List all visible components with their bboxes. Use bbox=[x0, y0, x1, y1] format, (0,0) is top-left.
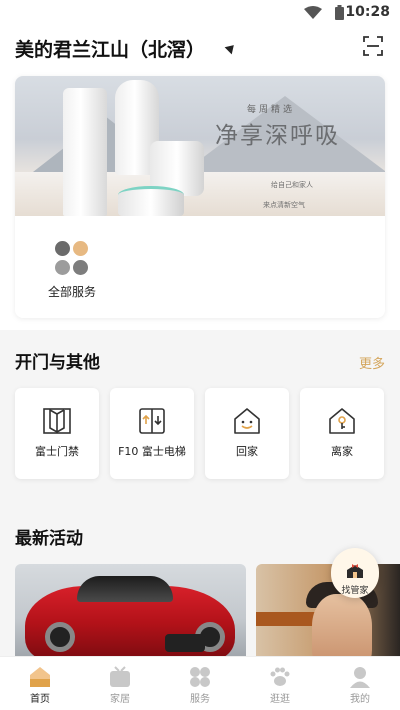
paw-icon bbox=[270, 667, 290, 686]
banner-line-1: 给自己和家人 bbox=[271, 181, 313, 189]
home-smile-icon bbox=[234, 408, 260, 434]
status-time: 10:28 bbox=[345, 4, 390, 20]
section-title-access: 开门与其他 bbox=[15, 353, 100, 373]
tile-door-access[interactable]: 富士门禁 bbox=[15, 388, 99, 479]
home-icon bbox=[30, 667, 50, 687]
tile-label: 回家 bbox=[236, 445, 258, 458]
car-grill bbox=[165, 634, 205, 652]
tab-mine[interactable]: 我的 bbox=[320, 657, 400, 710]
all-services-label: 全部服务 bbox=[47, 285, 96, 299]
community-selector[interactable]: 美的君兰江山（北滘） bbox=[15, 35, 205, 62]
tab-label: 家居 bbox=[110, 694, 130, 705]
feature-card: 每周精选 净享深呼吸 给自己和家人 来点清新空气 全部服务 bbox=[15, 76, 385, 318]
tile-elevator[interactable]: F10 富士电梯 bbox=[110, 388, 194, 479]
tab-label: 我的 bbox=[350, 694, 370, 705]
section-title-activity: 最新活动 bbox=[15, 529, 83, 549]
humidifier-image bbox=[118, 186, 184, 216]
tab-services[interactable]: 服务 bbox=[160, 657, 240, 710]
grid-icon bbox=[190, 667, 210, 687]
user-icon bbox=[350, 667, 370, 688]
top-header: 美的君兰江山（北滘） bbox=[0, 26, 400, 70]
tv-icon bbox=[110, 666, 130, 687]
home-leave-icon bbox=[329, 408, 355, 434]
tab-label: 逛逛 bbox=[270, 694, 290, 705]
car-window bbox=[77, 576, 173, 602]
status-bar: 10:28 bbox=[0, 0, 400, 26]
tab-home[interactable]: 首页 bbox=[0, 657, 80, 710]
more-link[interactable]: 更多 bbox=[359, 353, 385, 372]
scan-icon[interactable] bbox=[363, 36, 383, 56]
dropdown-caret-icon[interactable] bbox=[224, 41, 238, 55]
tab-label: 首页 bbox=[30, 694, 50, 705]
activity-card[interactable] bbox=[15, 564, 246, 664]
find-butler-label: 找管家 bbox=[341, 586, 369, 596]
butler-icon bbox=[347, 564, 363, 578]
tab-browse[interactable]: 逛逛 bbox=[240, 657, 320, 710]
banner-tag: 每周精选 bbox=[247, 105, 296, 115]
battery-icon bbox=[335, 5, 344, 20]
banner-slogan: 净享深呼吸 bbox=[215, 123, 340, 149]
four-dots-icon bbox=[55, 241, 89, 275]
tab-label: 服务 bbox=[190, 694, 210, 705]
tile-go-home[interactable]: 回家 bbox=[205, 388, 289, 479]
find-butler-button[interactable]: 找管家 bbox=[331, 548, 379, 598]
tile-label: 富士门禁 bbox=[35, 445, 79, 458]
portrait-face bbox=[312, 594, 372, 664]
tab-furnishing[interactable]: 家居 bbox=[80, 657, 160, 710]
tile-label: F10 富士电梯 bbox=[118, 445, 186, 458]
car-wheel bbox=[45, 622, 75, 652]
tile-leave-home[interactable]: 离家 bbox=[300, 388, 384, 479]
banner-strip bbox=[256, 612, 316, 626]
banner-line-2: 来点清新空气 bbox=[263, 201, 305, 209]
air-purifier-image bbox=[63, 88, 107, 216]
all-services-button[interactable]: 全部服务 bbox=[37, 241, 107, 300]
wifi-icon bbox=[304, 6, 322, 19]
door-icon bbox=[43, 408, 71, 434]
elevator-icon bbox=[139, 408, 165, 434]
promo-banner[interactable]: 每周精选 净享深呼吸 给自己和家人 来点清新空气 bbox=[15, 76, 385, 216]
bottom-tab-bar: 首页 家居 服务 逛逛 我的 bbox=[0, 656, 400, 710]
tile-label: 离家 bbox=[331, 445, 353, 458]
